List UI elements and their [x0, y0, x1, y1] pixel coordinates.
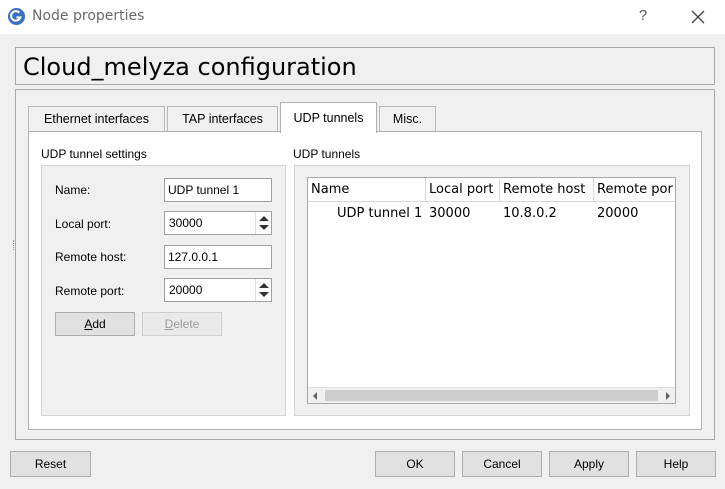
- page-title: Cloud_melyza configuration: [23, 53, 357, 81]
- name-label: Name:: [55, 183, 91, 197]
- column-header-local-port[interactable]: Local port: [426, 178, 500, 202]
- delete-button[interactable]: Delete: [142, 312, 222, 336]
- chevron-down-icon[interactable]: [259, 225, 269, 230]
- add-button[interactable]: Add: [55, 312, 135, 336]
- scroll-right-icon[interactable]: [666, 392, 670, 400]
- remote-host-field[interactable]: 127.0.0.1: [164, 245, 272, 269]
- tab-misc[interactable]: Misc.: [379, 106, 436, 132]
- tab-tap-interfaces[interactable]: TAP interfaces: [167, 106, 278, 132]
- table-cell-remote-host[interactable]: 10.8.0.2: [500, 204, 594, 224]
- window-title: Node properties: [32, 8, 145, 24]
- local-port-label: Local port:: [55, 217, 112, 231]
- local-port-value: 30000: [169, 216, 203, 230]
- table-cell-local-port[interactable]: 30000: [426, 204, 500, 224]
- column-header-name[interactable]: Name: [308, 178, 426, 202]
- remote-port-spinbox[interactable]: 20000: [164, 278, 272, 302]
- column-header-remote-port[interactable]: Remote por: [594, 178, 675, 202]
- column-header-remote-host[interactable]: Remote host: [500, 178, 594, 202]
- resize-grip: [13, 240, 15, 250]
- cancel-button[interactable]: Cancel: [462, 451, 542, 477]
- table-cell-remote-port[interactable]: 20000: [594, 204, 674, 224]
- ok-button[interactable]: OK: [375, 451, 455, 477]
- remote-host-label: Remote host:: [55, 250, 127, 264]
- chevron-down-icon[interactable]: [259, 292, 269, 297]
- add-label-rest: dd: [92, 317, 106, 331]
- horizontal-scrollbar[interactable]: [308, 387, 675, 403]
- remote-port-value: 20000: [169, 283, 203, 297]
- scrollbar-thumb[interactable]: [325, 390, 658, 401]
- chevron-up-icon[interactable]: [259, 283, 269, 288]
- tab-udp-tunnels[interactable]: UDP tunnels: [280, 102, 377, 133]
- delete-label-rest: elete: [173, 317, 200, 331]
- remote-port-stepper[interactable]: [255, 279, 271, 301]
- chevron-up-icon[interactable]: [259, 216, 269, 221]
- apply-button[interactable]: Apply: [549, 451, 629, 477]
- settings-section-title: UDP tunnel settings: [41, 147, 147, 161]
- tab-ethernet-interfaces[interactable]: Ethernet interfaces: [28, 106, 165, 132]
- local-port-spinbox[interactable]: 30000: [164, 211, 272, 235]
- close-icon[interactable]: [686, 6, 710, 28]
- table-cell-name[interactable]: UDP tunnel 1: [334, 204, 426, 224]
- delete-mnemonic: D: [164, 317, 174, 331]
- gns3-icon: [7, 7, 26, 26]
- tunnels-section-title: UDP tunnels: [293, 147, 361, 161]
- help-title-button[interactable]: ?: [634, 5, 652, 27]
- local-port-stepper[interactable]: [255, 212, 271, 234]
- remote-port-label: Remote port:: [55, 284, 125, 298]
- header-box: Cloud_melyza configuration: [15, 47, 715, 85]
- tunnels-table[interactable]: Name Local port Remote host Remote por U…: [307, 177, 676, 404]
- reset-button[interactable]: Reset: [10, 451, 91, 477]
- title-bar: Node properties ?: [0, 0, 725, 34]
- name-field[interactable]: UDP tunnel 1: [164, 178, 272, 202]
- scroll-left-icon[interactable]: [313, 392, 317, 400]
- help-button[interactable]: Help: [636, 451, 716, 477]
